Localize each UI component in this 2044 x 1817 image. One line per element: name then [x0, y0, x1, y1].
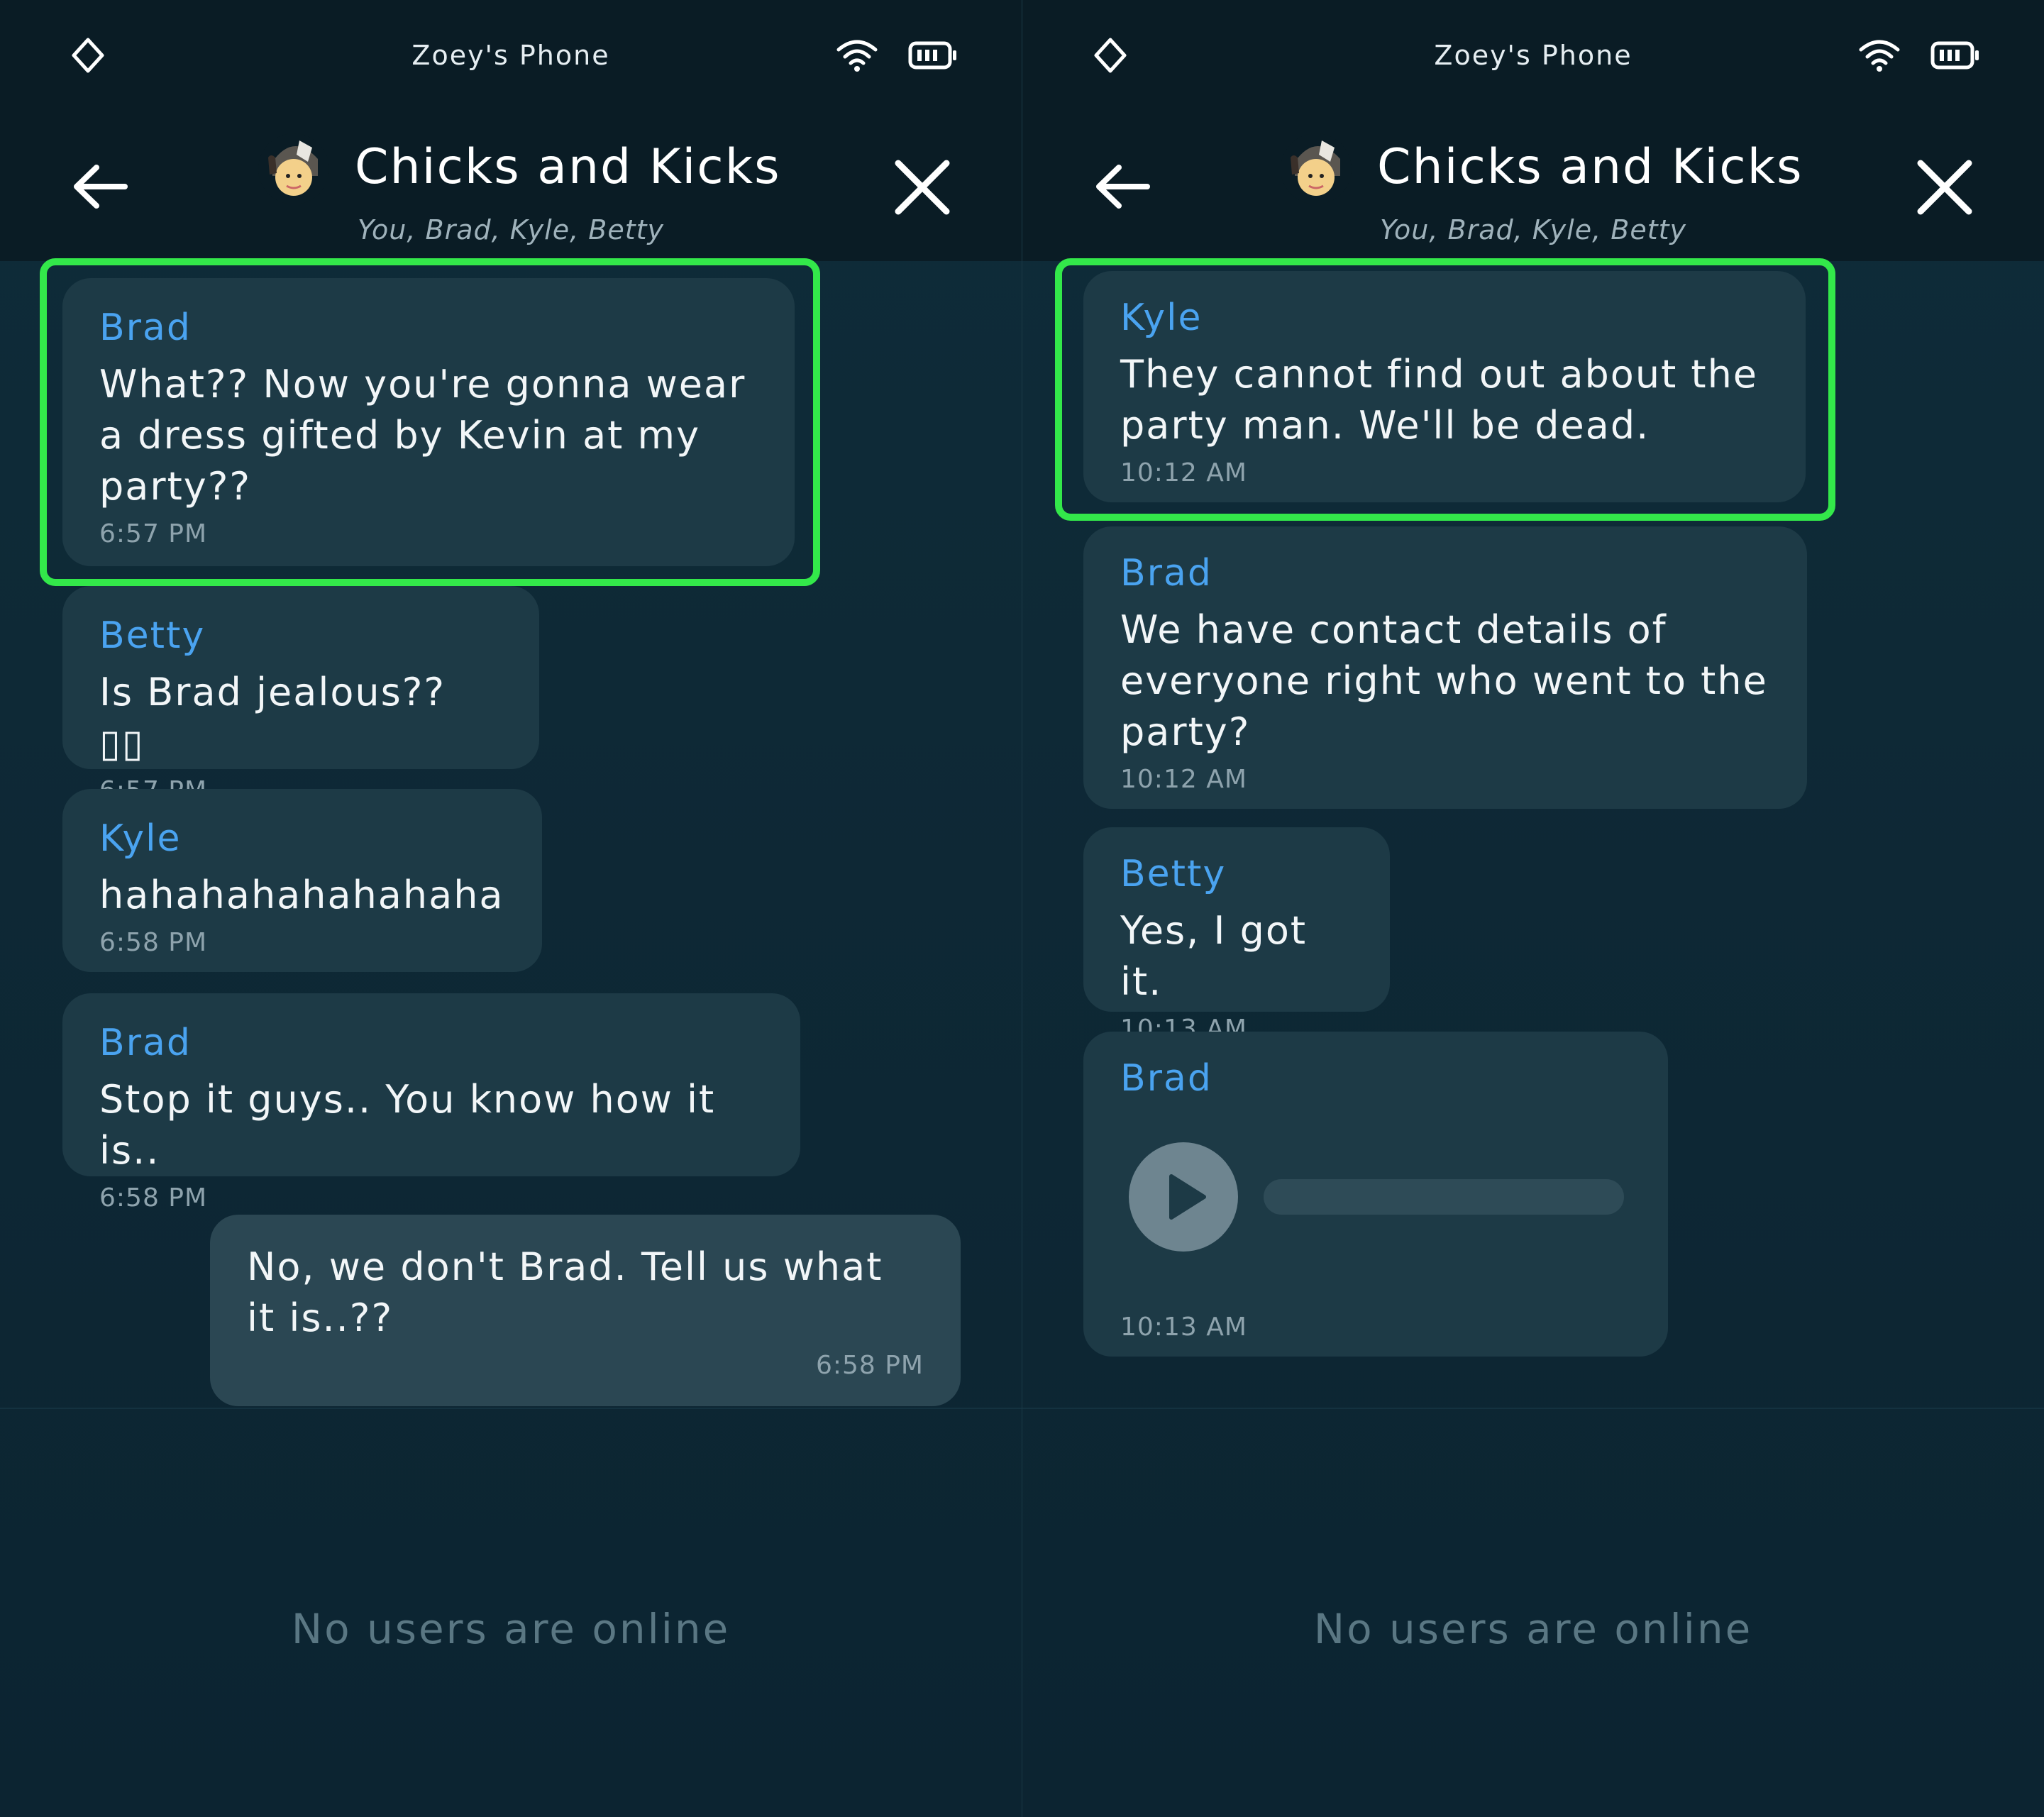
message-text: Stop it guys.. You know how it is.. [99, 1077, 716, 1173]
message-bubble[interactable]: Betty Yes, I got it. 10:13 AM [1083, 827, 1390, 1044]
chat-panel-right: Zoey's Phone Chicks and Kicks You, Brad,… [1022, 0, 2044, 1817]
audio-message-bubble[interactable]: Brad 10:13 AM [1083, 1032, 1668, 1357]
message-text: Is Brad jealous?? ▯▯ [99, 670, 446, 766]
online-status: No users are online [1313, 1605, 1753, 1653]
message-time: 10:12 AM [1120, 765, 1247, 794]
avatar-illustration-icon [258, 133, 329, 204]
message-text: We have contact details of everyone righ… [1120, 607, 1768, 754]
chat-members: You, Brad, Kyle, Betty [357, 214, 664, 245]
group-avatar [1281, 133, 1352, 204]
back-arrow-icon[interactable] [68, 155, 132, 219]
highlight-box [40, 258, 820, 586]
highlight-box [1055, 258, 1835, 521]
message-text: hahahahahahahaha [99, 873, 504, 917]
back-arrow-icon[interactable] [1090, 155, 1154, 219]
message-time: 10:13 AM [1120, 1313, 1247, 1342]
online-status: No users are online [291, 1605, 731, 1653]
wifi-icon [1859, 40, 1900, 72]
message-sender: Betty [99, 614, 206, 657]
message-time: 6:58 PM [99, 1183, 208, 1213]
chat-header: Zoey's Phone Chicks and Kicks You, Brad,… [1022, 0, 2044, 261]
chat-header: Zoey's Phone Chicks and Kicks You, Brad,… [0, 0, 1022, 261]
wifi-icon [836, 40, 878, 72]
chat-title: Chicks and Kicks [1377, 139, 1803, 195]
message-bubble[interactable]: Kyle hahahahahahahaha 6:58 PM [62, 789, 542, 972]
audio-progress-track[interactable] [1264, 1179, 1624, 1215]
message-sender: Kyle [99, 817, 182, 860]
divider [0, 1408, 1022, 1409]
play-icon [1169, 1174, 1206, 1220]
battery-icon [908, 41, 956, 70]
message-sender: Betty [1120, 853, 1227, 895]
message-bubble[interactable]: Brad Stop it guys.. You know how it is..… [62, 993, 800, 1213]
avatar-illustration-icon [1281, 133, 1352, 204]
chat-title: Chicks and Kicks [355, 139, 781, 195]
message-sender: Brad [1120, 1057, 1212, 1100]
audio-play-button[interactable] [1129, 1142, 1238, 1252]
message-sender: Brad [1120, 552, 1212, 595]
divider [1022, 1408, 2044, 1409]
message-text: Yes, I got it. [1120, 908, 1308, 1004]
message-time: 6:58 PM [99, 928, 208, 957]
close-icon[interactable] [1915, 158, 1974, 217]
message-text: No, we don't Brad. Tell us what it is..?… [247, 1244, 883, 1340]
message-bubble[interactable]: Betty Is Brad jealous?? ▯▯ 6:57 PM [62, 586, 539, 805]
close-icon[interactable] [893, 158, 952, 217]
message-bubble[interactable]: Brad We have contact details of everyone… [1083, 526, 1807, 809]
message-sender: Brad [99, 1022, 192, 1064]
battery-icon [1930, 41, 1979, 70]
screenshot-root: Zoey's Phone Chicks and Kicks You, Brad,… [0, 0, 2044, 1817]
outgoing-message-bubble[interactable]: No, we don't Brad. Tell us what it is..?… [210, 1215, 961, 1406]
group-avatar [258, 133, 329, 204]
chat-panel-left: Zoey's Phone Chicks and Kicks You, Brad,… [0, 0, 1022, 1817]
chat-members: You, Brad, Kyle, Betty [1379, 214, 1686, 245]
message-time: 6:58 PM [815, 1351, 924, 1380]
